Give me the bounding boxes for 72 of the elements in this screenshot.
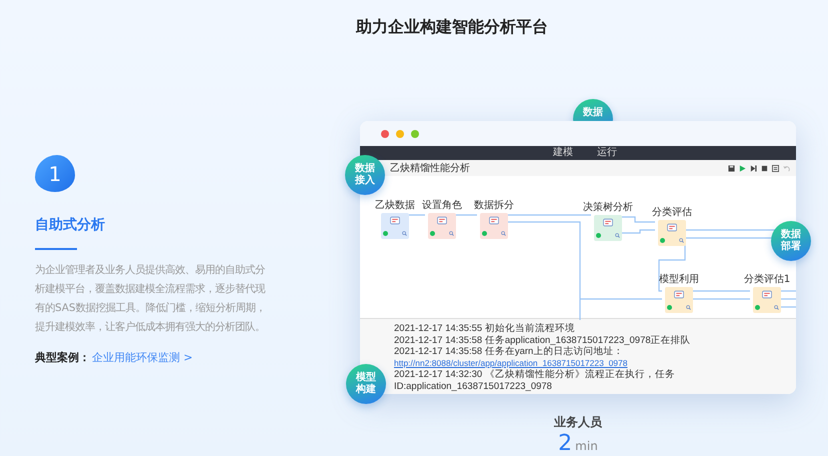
node-label: 乙炔数据: [375, 200, 415, 211]
feature-bubble: 数据部署: [771, 221, 811, 261]
layout-icon[interactable]: [772, 164, 779, 172]
node-label: 设置角色: [422, 200, 462, 211]
status-icon: [755, 305, 760, 310]
feature-bubble: 数据接入: [345, 155, 385, 195]
flow-node[interactable]: [480, 213, 508, 239]
search-icon[interactable]: [679, 238, 684, 243]
log-line: 2021-12-17 14:32:30 《乙炔精馏性能分析》流程正在执行，任务ID:application_1638715017223_0978: [394, 369, 676, 392]
log-line: 2021-12-17 14:35:58 任务application_1638715017223_0978正在排队: [394, 334, 691, 346]
maximize-dot[interactable]: [411, 130, 419, 138]
status-icon: [482, 231, 487, 236]
menu-item[interactable]: 建模: [553, 146, 573, 160]
status-icon: [660, 238, 665, 243]
node-icon: [389, 216, 401, 225]
node-icon: [666, 223, 678, 232]
connector-line: [780, 298, 796, 300]
connector-line: [780, 290, 796, 292]
connector-line: [621, 229, 655, 234]
connector-line: [408, 214, 425, 216]
minimize-dot[interactable]: [396, 130, 404, 138]
connector-line: [780, 306, 796, 308]
node-icon: [761, 290, 773, 299]
flow-node[interactable]: [428, 213, 456, 239]
connector-line: [692, 290, 750, 292]
stat-value: 2: [558, 431, 572, 456]
status-icon: [667, 305, 672, 310]
stat-label: 业务人员: [554, 414, 602, 431]
node-icon: [602, 218, 614, 227]
flow-node[interactable]: [753, 287, 781, 313]
play-icon[interactable]: [739, 164, 746, 172]
status-icon: [430, 231, 435, 236]
search-icon[interactable]: [774, 305, 779, 310]
close-dot[interactable]: [381, 130, 389, 138]
menu-item[interactable]: 运行: [597, 146, 617, 160]
page-title: 助力企业构建智能分析平台: [354, 16, 549, 38]
node-icon: [673, 290, 685, 299]
flow-node[interactable]: [658, 220, 686, 246]
node-label: 决策树分析: [583, 202, 633, 213]
status-icon: [383, 231, 388, 236]
node-label: 数据拆分: [474, 200, 514, 211]
stop-icon[interactable]: [761, 164, 768, 172]
flow-node[interactable]: [594, 215, 622, 241]
feature-bubble: 模型构建: [346, 364, 386, 404]
node-label: 分类评估: [652, 207, 692, 218]
feature-heading: 自助式分析: [35, 216, 106, 234]
search-icon[interactable]: [501, 231, 506, 236]
case-label: 典型案例：: [35, 350, 90, 365]
log-line: 2021-12-17 14:35:55 初始化当前流程环境: [394, 323, 575, 334]
log-line: 2021-12-17 14:35:58 任务在yarn上的日志访问地址：: [394, 346, 624, 358]
node-icon: [488, 216, 500, 225]
connector-line: [621, 216, 655, 223]
node-label: 分类评估1: [744, 274, 790, 285]
flow-node[interactable]: [381, 213, 409, 239]
search-icon[interactable]: [686, 305, 691, 310]
node-label: 模型利用: [659, 274, 699, 285]
search-icon[interactable]: [615, 233, 620, 238]
feature-description: 为企业管理者及业务人员提供高效、易用的自助式分析建模平台，覆盖数据建模全流程需求，逐步替代现有的SAS数据挖掘工具。降低门槛，缩短分析周期，提升建模效率，让客户低成本拥有强大的分析团队。: [35, 263, 266, 335]
step-icon[interactable]: [750, 164, 757, 172]
status-icon: [596, 233, 601, 238]
save-icon[interactable]: [728, 164, 735, 172]
undo-icon[interactable]: [783, 164, 790, 172]
node-icon: [436, 216, 448, 225]
stat-unit: min: [575, 439, 598, 453]
flow-node[interactable]: [665, 287, 693, 313]
connector-line: [692, 298, 750, 300]
log-link[interactable]: http://nn2:8088/cluster/app/application_1638715017223_0978: [394, 358, 628, 369]
connector-line: [455, 214, 477, 216]
search-icon[interactable]: [402, 231, 407, 236]
flow-tab[interactable]: 乙炔精馏性能分析: [390, 161, 470, 175]
search-icon[interactable]: [449, 231, 454, 236]
number-badge: 1: [35, 155, 75, 192]
